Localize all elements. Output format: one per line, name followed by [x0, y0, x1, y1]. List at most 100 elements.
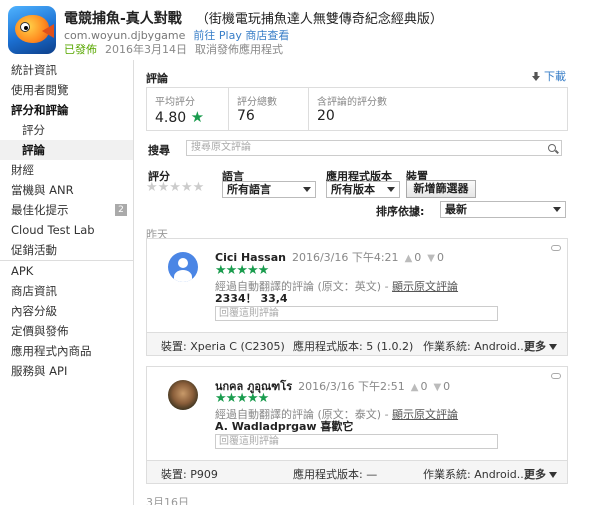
sidebar-item-label: 商店資訊 [11, 284, 57, 298]
review-body: นกคล ภูอุณฑโร 2016/3/16 下午2:51 ▲ 0 ▼ 0 ★★★★★ … [147, 367, 567, 460]
thumbs-down-count: 0 [436, 251, 444, 264]
review-os: 作業系統: Android... [423, 468, 528, 481]
sidebar-item-crashes-anr[interactable]: 當機與 ANR [0, 180, 133, 200]
sidebar: 統計資訊 使用者閱覽 評分和評論 評分 評論 財經 當機與 ANR 最佳化提示 2… [0, 60, 134, 505]
section-title: 評論 [146, 72, 168, 85]
star-icon: ★ [190, 108, 205, 126]
chevron-down-icon [549, 472, 557, 478]
stat-average-rating: 平均評分 4.80 ★ [147, 88, 229, 130]
app-subtitle: （街機電玩捕魚達人無雙傳奇紀念經典版） [195, 12, 443, 27]
language-select[interactable]: 所有語言 [222, 181, 316, 198]
review-device: 裝置: Xperia C (C2305) [161, 340, 285, 353]
review-text: 2334！ 33,4 [215, 292, 288, 305]
filter-rating-stars[interactable]: ★★★★★ [146, 180, 204, 195]
fish-eye-icon [20, 22, 30, 32]
sidebar-item-content-rating[interactable]: 內容分級 [0, 301, 133, 321]
chevron-down-icon [553, 207, 561, 212]
thumbs-down-count: 0 [443, 380, 451, 393]
sidebar-item-label: 財經 [11, 163, 34, 177]
sort-select[interactable]: 最新 [440, 201, 566, 218]
app-title: 電競捕魚-真人對戰 （街機電玩捕魚達人無雙傳奇紀念經典版） [64, 8, 443, 28]
thumbs-up-icon[interactable]: ▲ [411, 382, 419, 393]
tips-count-badge: 2 [115, 204, 127, 216]
search-icon[interactable] [548, 144, 556, 152]
app-icon[interactable] [8, 6, 56, 54]
sidebar-item-label: 服務與 API [11, 364, 68, 378]
version-select[interactable]: 所有版本 [326, 181, 400, 198]
thumbs-up-count: 0 [414, 251, 422, 264]
sidebar-item-financial[interactable]: 財經 [0, 160, 133, 180]
sidebar-item-statistics[interactable]: 統計資訊 [0, 60, 133, 80]
sidebar-item-user-acquisition[interactable]: 使用者閱覽 [0, 80, 133, 100]
sidebar-item-optimization-tips[interactable]: 最佳化提示 2 [0, 200, 133, 220]
search-row: 搜尋 搜尋原文評論 [146, 139, 568, 159]
sidebar-item-label: 內容分級 [11, 304, 57, 318]
sidebar-item-in-app-products[interactable]: 應用程式內商品 [0, 341, 133, 361]
thumbs-up-icon[interactable]: ▲ [405, 253, 413, 264]
sidebar-item-cloud-test-lab[interactable]: Cloud Test Lab [0, 220, 133, 240]
stat-ratings-with-reviews: 含評論的評分數 20 [309, 88, 567, 130]
review-text: A. Wadladprgaw 喜歡它 [215, 420, 354, 433]
thumbs-down-icon[interactable]: ▼ [433, 382, 441, 393]
sidebar-item-label: 評分 [22, 123, 45, 137]
search-placeholder: 搜尋原文評論 [191, 142, 251, 153]
download-link[interactable]: 下載 [532, 68, 566, 84]
thumbs-down-icon[interactable]: ▼ [427, 253, 435, 264]
sidebar-item-label: 定價與發佈 [11, 324, 69, 338]
show-original-link[interactable]: 顯示原文評論 [392, 280, 458, 293]
unpublish-link[interactable]: 取消發佈應用程式 [195, 43, 283, 56]
reply-input[interactable]: 回覆這則評論 [215, 434, 498, 449]
stat-total-ratings: 評分總數 76 [229, 88, 309, 130]
sidebar-item-label: 最佳化提示 [11, 203, 69, 217]
link-icon[interactable] [551, 245, 561, 251]
version-value: 所有版本 [331, 183, 375, 196]
stat-label: 評分總數 [237, 97, 277, 108]
search-input[interactable]: 搜尋原文評論 [186, 140, 562, 156]
sidebar-item-promotions[interactable]: 促銷活動 [0, 240, 133, 260]
reply-input[interactable]: 回覆這則評論 [215, 306, 498, 321]
sort-value: 最新 [445, 203, 467, 216]
add-filter-button[interactable]: 新增篩選器 [406, 180, 476, 198]
review-footer: 裝置: P909 應用程式版本: — 作業系統: Android... 更多 [147, 460, 567, 483]
sidebar-item-label: 促銷活動 [11, 243, 57, 257]
more-label: 更多 [524, 468, 546, 481]
sidebar-item-label: 當機與 ANR [11, 183, 74, 197]
review-device: 裝置: P909 [161, 468, 218, 481]
sort-label: 排序依據: [376, 205, 425, 218]
thumbs-up-count: 0 [420, 380, 428, 393]
sidebar-item-pricing-distribution[interactable]: 定價與發佈 [0, 321, 133, 341]
stat-value: 20 [317, 108, 335, 124]
more-button[interactable]: 更多 [524, 338, 557, 354]
sidebar-item-services-apis[interactable]: 服務與 API [0, 361, 133, 381]
stat-value-text: 4.80 [155, 110, 187, 126]
avatar [168, 252, 198, 282]
review-date: 2016/3/16 下午4:21 [291, 251, 399, 264]
review-os: 作業系統: Android... [423, 340, 528, 353]
review-date: 2016/3/16 下午2:51 [298, 380, 405, 393]
sidebar-item-apk[interactable]: APK [0, 261, 133, 281]
more-button[interactable]: 更多 [524, 466, 557, 482]
sidebar-item-reviews[interactable]: 評論 [0, 140, 133, 160]
sidebar-item-ratings[interactable]: 評分 [0, 120, 133, 140]
sidebar-item-label: 評論 [22, 143, 45, 157]
stat-label: 含評論的評分數 [317, 97, 387, 108]
language-value: 所有語言 [227, 183, 271, 196]
app-header: 電競捕魚-真人對戰 （街機電玩捕魚達人無雙傳奇紀念經典版） com.woyun.d… [0, 0, 600, 58]
review-card: Cici Hassan 2016/3/16 下午4:21 ▲ 0 ▼ 0 ★★★★★ 經過… [146, 238, 568, 356]
sidebar-item-store-listing[interactable]: 商店資訊 [0, 281, 133, 301]
sidebar-item-label: 使用者閱覽 [11, 83, 69, 97]
sidebar-item-ratings-reviews[interactable]: 評分和評論 [0, 100, 133, 120]
sidebar-item-label: APK [11, 264, 34, 278]
review-app-version: 應用程式版本: 5 (1.0.2) [293, 340, 414, 353]
chevron-down-icon [387, 187, 395, 192]
review-footer: 裝置: Xperia C (C2305) 應用程式版本: 5 (1.0.2) 作… [147, 332, 567, 355]
sidebar-item-label: 統計資訊 [11, 63, 57, 77]
review-rating-stars: ★★★★★ [215, 391, 269, 406]
day-label: 3月16日 [146, 496, 189, 505]
review-rating-stars: ★★★★★ [215, 263, 269, 278]
link-icon[interactable] [551, 373, 561, 379]
show-original-link[interactable]: 顯示原文評論 [392, 408, 458, 421]
stat-value: 4.80 ★ [155, 108, 228, 126]
stat-label: 平均評分 [155, 97, 195, 108]
app-status-line: 已發佈 2016年3月14日 取消發佈應用程式 [64, 41, 283, 57]
